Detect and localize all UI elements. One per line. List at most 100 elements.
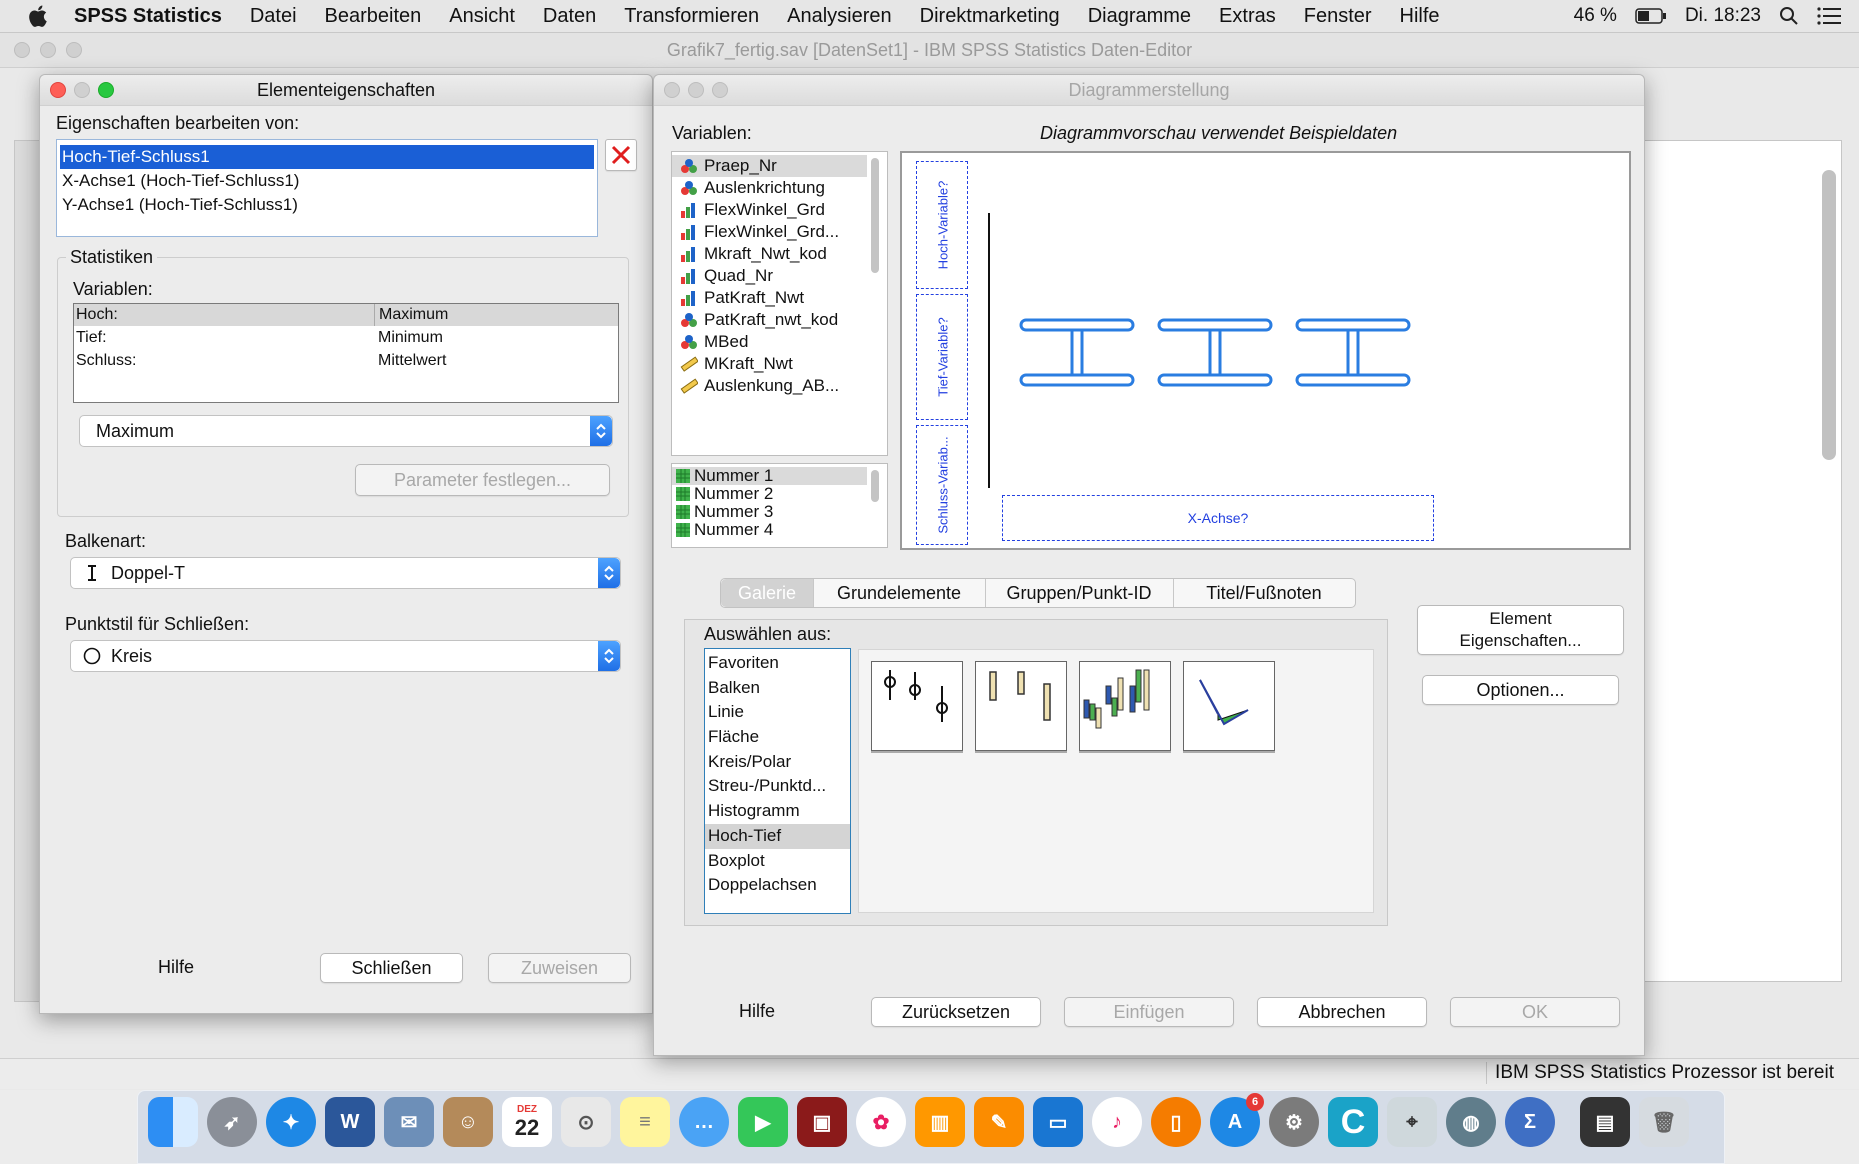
category-list-item[interactable]: Nummer 1 [672, 467, 867, 485]
point-style-select[interactable]: Kreis [70, 640, 621, 672]
variable-list-item[interactable]: Auslenkung_AB... [672, 375, 887, 397]
safari-icon[interactable]: ✦ [266, 1097, 316, 1147]
menu-analysieren[interactable]: Analysieren [773, 5, 906, 28]
difference-area-thumbnail[interactable] [1183, 661, 1275, 751]
system-preferences-icon[interactable]: ⚙ [1269, 1097, 1319, 1147]
category-list-item[interactable]: Nummer 3 [672, 503, 887, 521]
menu-extras[interactable]: Extras [1205, 5, 1290, 28]
variable-list-item[interactable]: PatKraft_nwt_kod [672, 309, 887, 331]
menu-datei[interactable]: Datei [236, 5, 311, 28]
close-button[interactable]: Schließen [320, 953, 463, 983]
variable-list-item[interactable]: PatKraft_Nwt [672, 287, 887, 309]
finder-icon[interactable] [148, 1097, 198, 1147]
data-grid-area[interactable] [1640, 140, 1842, 982]
table-row[interactable]: Schluss: Mittelwert [74, 349, 618, 372]
high-variable-dropzone[interactable]: Hoch-Variable? [916, 161, 968, 289]
word-icon[interactable]: W [325, 1097, 375, 1147]
help-button[interactable]: Hilfe [158, 957, 194, 978]
element-list-item[interactable]: Y-Achse1 (Hoch-Tief-Schluss1) [60, 193, 594, 217]
bar-type-select[interactable]: Doppel-T [70, 557, 621, 589]
chart-type-item[interactable]: Histogramm [705, 799, 850, 824]
category-list[interactable]: Nummer 1 Nummer 2 Nummer 3 Nummer 4 [671, 463, 888, 548]
variable-list-item[interactable]: FlexWinkel_Grd... [672, 221, 887, 243]
element-list[interactable]: Hoch-Tief-Schluss1 X-Achse1 (Hoch-Tief-S… [56, 139, 598, 237]
set-parameters-button[interactable]: Parameter festlegen... [355, 464, 610, 496]
globe-app-icon[interactable]: ◍ [1446, 1097, 1496, 1147]
chart-type-item[interactable]: Streu-/Punktd... [705, 774, 850, 799]
calendar-icon[interactable]: DEZ 22 [502, 1097, 552, 1147]
tab-titles-footnotes[interactable]: Titel/Fußnoten [1173, 579, 1355, 607]
options-button[interactable]: Optionen... [1422, 675, 1619, 705]
battery-icon[interactable] [1635, 8, 1667, 24]
zoom-window-icon[interactable] [712, 82, 728, 98]
variable-list-item[interactable]: MKraft_Nwt [672, 353, 887, 375]
apple-icon[interactable] [26, 3, 52, 29]
tab-gallery[interactable]: Galerie [721, 579, 814, 607]
insert-button[interactable]: Einfügen [1064, 997, 1234, 1027]
clustered-range-bar-thumbnail[interactable] [1079, 661, 1171, 751]
element-properties-button[interactable]: Element Eigenschaften... [1417, 605, 1624, 655]
preview-app-icon[interactable]: ⊙ [561, 1097, 611, 1147]
variable-list[interactable]: Praep_Nr Auslenkrichtung FlexWinkel_Grd Fle… [671, 151, 888, 456]
chart-type-item[interactable]: Favoriten [705, 651, 850, 676]
simple-range-bar-thumbnail[interactable] [975, 661, 1067, 751]
chart-type-item[interactable]: Hoch-Tief [705, 823, 850, 849]
reset-button[interactable]: Zurücksetzen [871, 997, 1041, 1027]
close-window-icon[interactable] [14, 42, 30, 58]
close-window-icon[interactable] [664, 82, 680, 98]
statistic-select[interactable]: Maximum [79, 415, 613, 447]
menu-fenster[interactable]: Fenster [1290, 5, 1386, 28]
downloads-stack-icon[interactable]: ▤ [1580, 1097, 1630, 1147]
zoom-window-icon[interactable] [66, 42, 82, 58]
minimize-window-icon[interactable] [688, 82, 704, 98]
vertical-scrollbar[interactable] [1822, 170, 1836, 460]
menu-daten[interactable]: Daten [529, 5, 610, 28]
variable-list-scrollbar[interactable] [871, 158, 879, 273]
help-button[interactable]: Hilfe [739, 1001, 775, 1022]
chart-type-item[interactable]: Kreis/Polar [705, 750, 850, 775]
menu-hilfe[interactable]: Hilfe [1386, 5, 1454, 28]
tab-basic-elements[interactable]: Grundelemente [813, 579, 986, 607]
stat-variables-table[interactable]: Hoch: Maximum Tief: Minimum Schluss: Mit… [73, 303, 619, 403]
mail-icon[interactable]: ✉ [384, 1097, 434, 1147]
variable-list-item[interactable]: Praep_Nr [672, 155, 867, 177]
close-window-icon[interactable] [50, 82, 66, 98]
close-variable-dropzone[interactable]: Schluss-Variab... [916, 425, 968, 545]
element-list-item[interactable]: Hoch-Tief-Schluss1 [60, 145, 594, 169]
chart-type-item[interactable]: Linie [705, 700, 850, 725]
photos-icon[interactable]: ✿ [856, 1097, 906, 1147]
minimize-window-icon[interactable] [40, 42, 56, 58]
minimize-window-icon[interactable] [74, 82, 90, 98]
menu-diagramme[interactable]: Diagramme [1074, 5, 1205, 28]
chart-preview-canvas[interactable]: Hoch-Variable? Tief-Variable? Schluss-Va… [900, 151, 1631, 550]
apply-button[interactable]: Zuweisen [488, 953, 631, 983]
cancel-button[interactable]: Abbrechen [1257, 997, 1427, 1027]
menubar-clock[interactable]: Di. 18:23 [1685, 5, 1761, 27]
menu-bearbeiten[interactable]: Bearbeiten [311, 5, 436, 28]
variable-list-item[interactable]: Quad_Nr [672, 265, 887, 287]
category-list-scrollbar[interactable] [871, 470, 879, 502]
spotlight-search-icon[interactable] [1779, 6, 1799, 26]
list-splitter[interactable] [671, 455, 886, 461]
messages-icon[interactable]: … [679, 1097, 729, 1147]
notification-center-icon[interactable] [1817, 7, 1841, 25]
table-row[interactable]: Tief: Minimum [74, 326, 618, 349]
itunes-icon[interactable]: ♪ [1092, 1097, 1142, 1147]
chart-type-item[interactable]: Balken [705, 676, 850, 701]
spss-statistics-icon[interactable]: Σ [1505, 1097, 1555, 1147]
keynote-icon[interactable]: ▭ [1033, 1097, 1083, 1147]
c-app-icon[interactable]: C [1328, 1097, 1378, 1147]
ok-button[interactable]: OK [1450, 997, 1620, 1027]
network-utility-icon[interactable]: ⌖ [1387, 1097, 1437, 1147]
tab-groups-point-id[interactable]: Gruppen/Punkt-ID [985, 579, 1174, 607]
variable-list-item[interactable]: Mkraft_Nwt_kod [672, 243, 887, 265]
menu-transformieren[interactable]: Transformieren [610, 5, 773, 28]
ibooks-icon[interactable]: ▯ [1151, 1097, 1201, 1147]
chart-type-item[interactable]: Boxplot [705, 849, 850, 874]
variable-list-item[interactable]: FlexWinkel_Grd [672, 199, 887, 221]
photo-booth-icon[interactable]: ▣ [797, 1097, 847, 1147]
menu-ansicht[interactable]: Ansicht [435, 5, 529, 28]
chart-type-item[interactable]: Fläche [705, 725, 850, 750]
chart-type-item[interactable]: Doppelachsen [705, 873, 850, 898]
category-list-item[interactable]: Nummer 2 [672, 485, 887, 503]
